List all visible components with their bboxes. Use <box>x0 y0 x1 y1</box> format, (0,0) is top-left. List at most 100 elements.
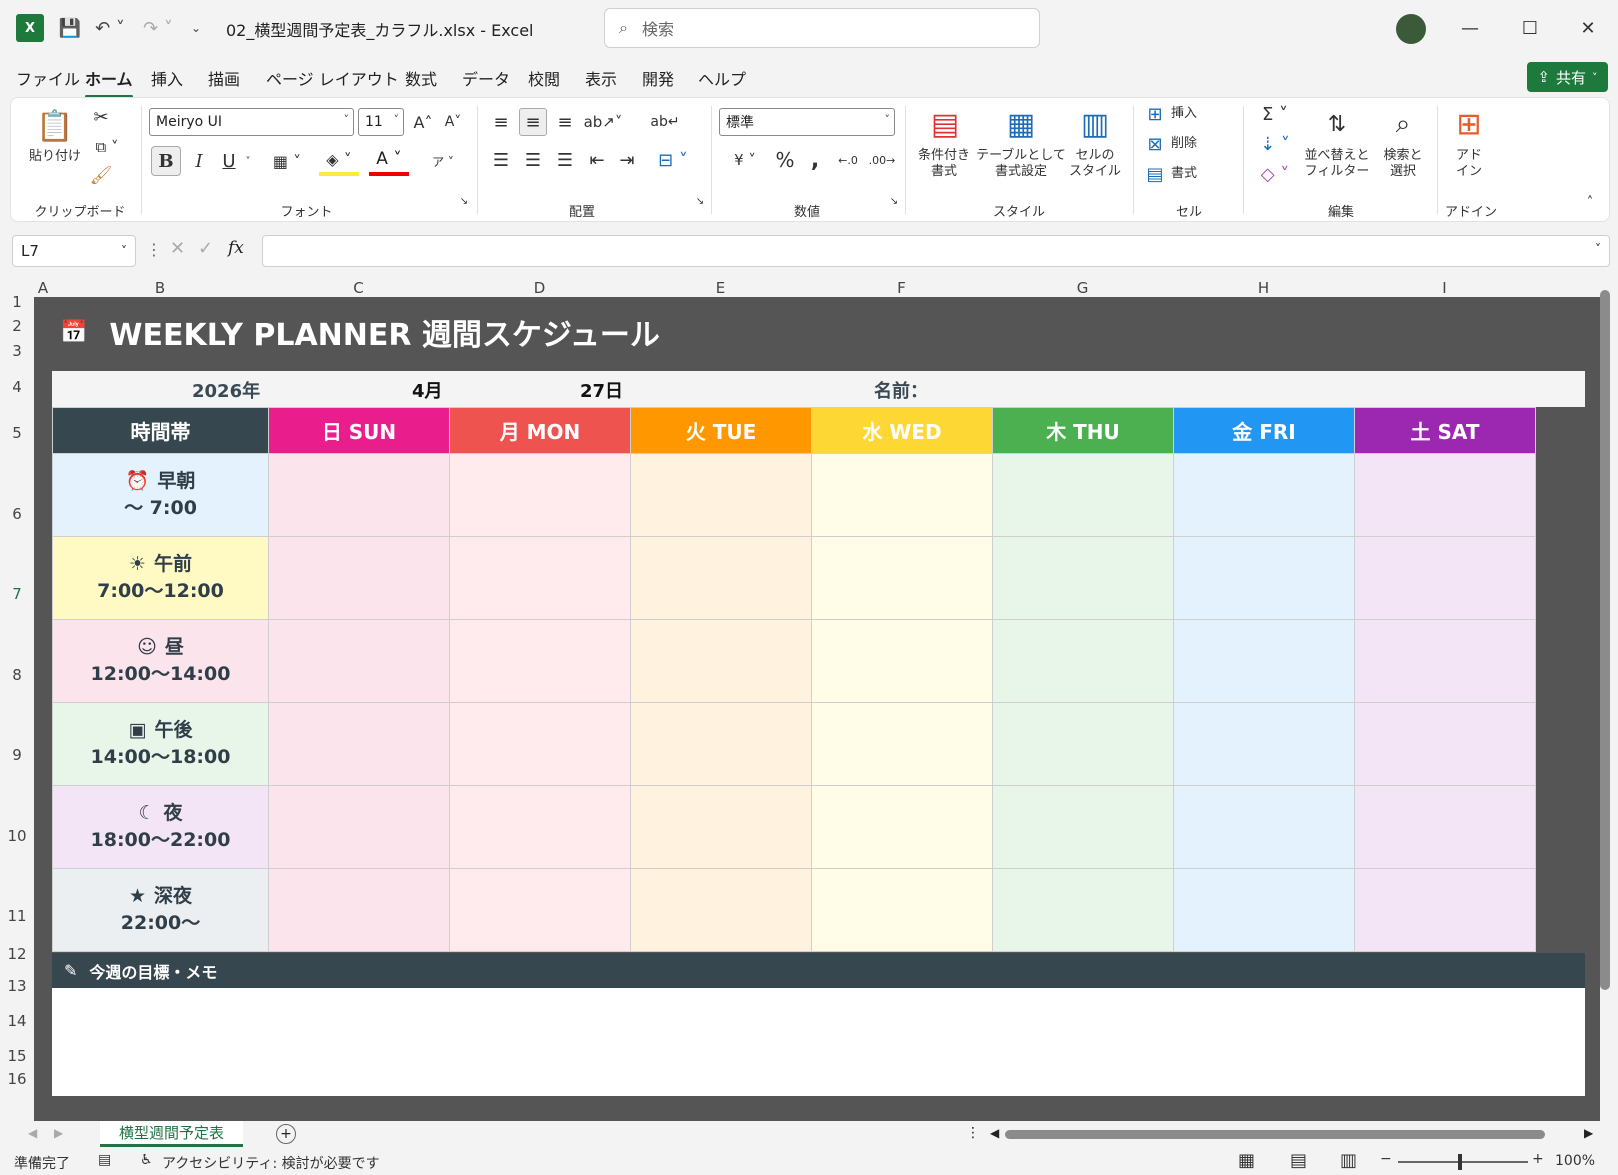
increase-font-icon[interactable]: A˄ <box>411 108 435 136</box>
schedule-cell[interactable] <box>1173 536 1355 620</box>
more-icon[interactable]: ⋮ <box>146 240 162 259</box>
schedule-cell[interactable] <box>811 868 993 952</box>
accessibility-icon[interactable]: ♿ <box>140 1152 153 1168</box>
vertical-scrollbar[interactable] <box>1600 290 1610 990</box>
sort-filter-icon[interactable]: ⇅ <box>1317 104 1357 144</box>
format-as-table-button[interactable]: テーブルとして 書式設定 <box>976 146 1066 182</box>
number-format-select[interactable]: 標準 ˅ <box>719 108 895 136</box>
scroll-right-icon[interactable]: ▶ <box>1584 1126 1593 1140</box>
tab-file[interactable]: ファイル <box>16 66 80 90</box>
redo-icon[interactable]: ↷ ˅ <box>138 14 178 42</box>
more-icon[interactable]: ⋮ <box>966 1125 980 1141</box>
decrease-font-icon[interactable]: A˅ <box>441 108 465 136</box>
schedule-cell[interactable] <box>811 702 993 786</box>
day-header-sun[interactable]: 日 SUN <box>268 407 450 454</box>
minimize-icon[interactable]: — <box>1446 10 1494 46</box>
time-slot-cell[interactable]: ☺ 昼 12:00～14:00 <box>52 619 269 703</box>
schedule-cell[interactable] <box>811 536 993 620</box>
schedule-cell[interactable] <box>1354 702 1536 786</box>
paste-icon[interactable]: 📋 <box>35 104 75 148</box>
schedule-cell[interactable] <box>449 619 631 703</box>
schedule-cell[interactable] <box>992 619 1174 703</box>
day-header-wed[interactable]: 水 WED <box>811 407 993 454</box>
tab-help[interactable]: ヘルプ <box>698 66 746 90</box>
schedule-cell[interactable] <box>992 868 1174 952</box>
day-header-fri[interactable]: 金 FRI <box>1173 407 1355 454</box>
normal-view-icon[interactable]: ▦ <box>1238 1150 1255 1171</box>
tab-draw[interactable]: 描画 <box>208 66 240 90</box>
day-header-tue[interactable]: 火 TUE <box>630 407 812 454</box>
cell-styles-button[interactable]: セルの スタイル <box>1063 146 1127 182</box>
prev-sheet-icon[interactable]: ◀ <box>28 1126 37 1140</box>
insert-cells-button[interactable]: 挿入 <box>1171 104 1231 124</box>
copy-icon[interactable]: ⧉ ˅ <box>87 134 127 160</box>
schedule-cell[interactable] <box>449 702 631 786</box>
time-slot-cell[interactable]: ★ 深夜 22:00～ <box>52 868 269 952</box>
schedule-cell[interactable] <box>449 868 631 952</box>
conditional-format-icon[interactable]: ▤ <box>925 104 965 144</box>
column-header[interactable]: G <box>992 279 1173 297</box>
memo-header[interactable]: ✎ 今週の目標・メモ <box>52 953 1585 988</box>
accessibility-status[interactable]: アクセシビリティ: 検討が必要です <box>162 1153 380 1173</box>
row-header[interactable]: 2 <box>0 317 34 335</box>
row-header[interactable]: 12 <box>0 945 34 963</box>
cut-icon[interactable]: ✂ <box>87 104 115 130</box>
row-header[interactable]: 1 <box>0 293 34 311</box>
cancel-icon[interactable]: ✕ <box>170 238 185 259</box>
insert-cells-icon[interactable]: ⊞ <box>1143 102 1167 126</box>
zoom-out-icon[interactable]: − <box>1380 1151 1392 1167</box>
schedule-cell[interactable] <box>268 619 450 703</box>
scroll-left-icon[interactable]: ◀ <box>990 1126 999 1140</box>
zoom-slider[interactable] <box>1398 1161 1528 1163</box>
delete-cells-icon[interactable]: ⊠ <box>1143 132 1167 156</box>
find-select-button[interactable]: 検索と 選択 <box>1373 146 1433 182</box>
autosum-icon[interactable]: Σ ˅ <box>1255 102 1295 126</box>
schedule-cell[interactable] <box>992 785 1174 869</box>
decrease-indent-icon[interactable]: ⇤ <box>583 146 611 174</box>
schedule-cell[interactable] <box>630 702 812 786</box>
schedule-cell[interactable] <box>1173 785 1355 869</box>
align-right-icon[interactable]: ☰ <box>551 146 579 174</box>
font-family-select[interactable]: Meiryo UI ˅ <box>149 108 354 136</box>
zoom-in-icon[interactable]: + <box>1532 1151 1544 1167</box>
schedule-cell[interactable] <box>630 868 812 952</box>
day-header-mon[interactable]: 月 MON <box>449 407 631 454</box>
schedule-cell[interactable] <box>811 785 993 869</box>
collapse-ribbon-icon[interactable]: ˄ <box>1581 194 1599 210</box>
tab-view[interactable]: 表示 <box>585 66 617 90</box>
row-header[interactable]: 14 <box>0 1012 34 1030</box>
percent-icon[interactable]: % <box>771 146 799 174</box>
merge-center-icon[interactable]: ⊟ ˅ <box>651 146 695 174</box>
addins-icon[interactable]: ⊞ <box>1449 104 1489 144</box>
memo-area[interactable] <box>52 988 1585 1096</box>
row-header[interactable]: 5 <box>0 424 34 442</box>
day-header-thu[interactable]: 木 THU <box>992 407 1174 454</box>
orientation-icon[interactable]: ab↗˅ <box>583 108 623 136</box>
month-cell[interactable]: 4月 <box>412 377 443 403</box>
schedule-cell[interactable] <box>630 536 812 620</box>
row-header[interactable]: 10 <box>0 827 34 845</box>
page-layout-view-icon[interactable]: ▤ <box>1290 1150 1307 1171</box>
page-break-view-icon[interactable]: ▥ <box>1340 1150 1357 1171</box>
row-header[interactable]: 4 <box>0 378 34 396</box>
decrease-decimal-icon[interactable]: .00→ <box>867 146 897 174</box>
row-header[interactable]: 3 <box>0 342 34 360</box>
align-top-icon[interactable]: ≡ <box>487 108 515 136</box>
close-icon[interactable]: ✕ <box>1564 10 1612 46</box>
column-header[interactable]: E <box>630 279 811 297</box>
sort-filter-button[interactable]: 並べ替えと フィルター <box>1301 146 1373 182</box>
underline-button[interactable]: U <box>217 146 241 176</box>
schedule-cell[interactable] <box>1354 619 1536 703</box>
schedule-cell[interactable] <box>1173 868 1355 952</box>
conditional-format-button[interactable]: 条件付き 書式 <box>909 146 979 182</box>
accounting-format-icon[interactable]: ¥ ˅ <box>723 146 767 174</box>
align-center-icon[interactable]: ☰ <box>519 146 547 174</box>
macro-record-icon[interactable]: ▤ <box>98 1152 111 1168</box>
zoom-level[interactable]: 100% <box>1555 1153 1595 1169</box>
row-header[interactable]: 15 <box>0 1047 34 1065</box>
horizontal-scrollbar[interactable] <box>1005 1130 1545 1139</box>
maximize-icon[interactable]: ☐ <box>1506 10 1554 46</box>
time-slot-cell[interactable]: ⏰ 早朝 ～ 7:00 <box>52 453 269 537</box>
schedule-cell[interactable] <box>992 453 1174 537</box>
tab-review[interactable]: 校閲 <box>528 66 560 90</box>
